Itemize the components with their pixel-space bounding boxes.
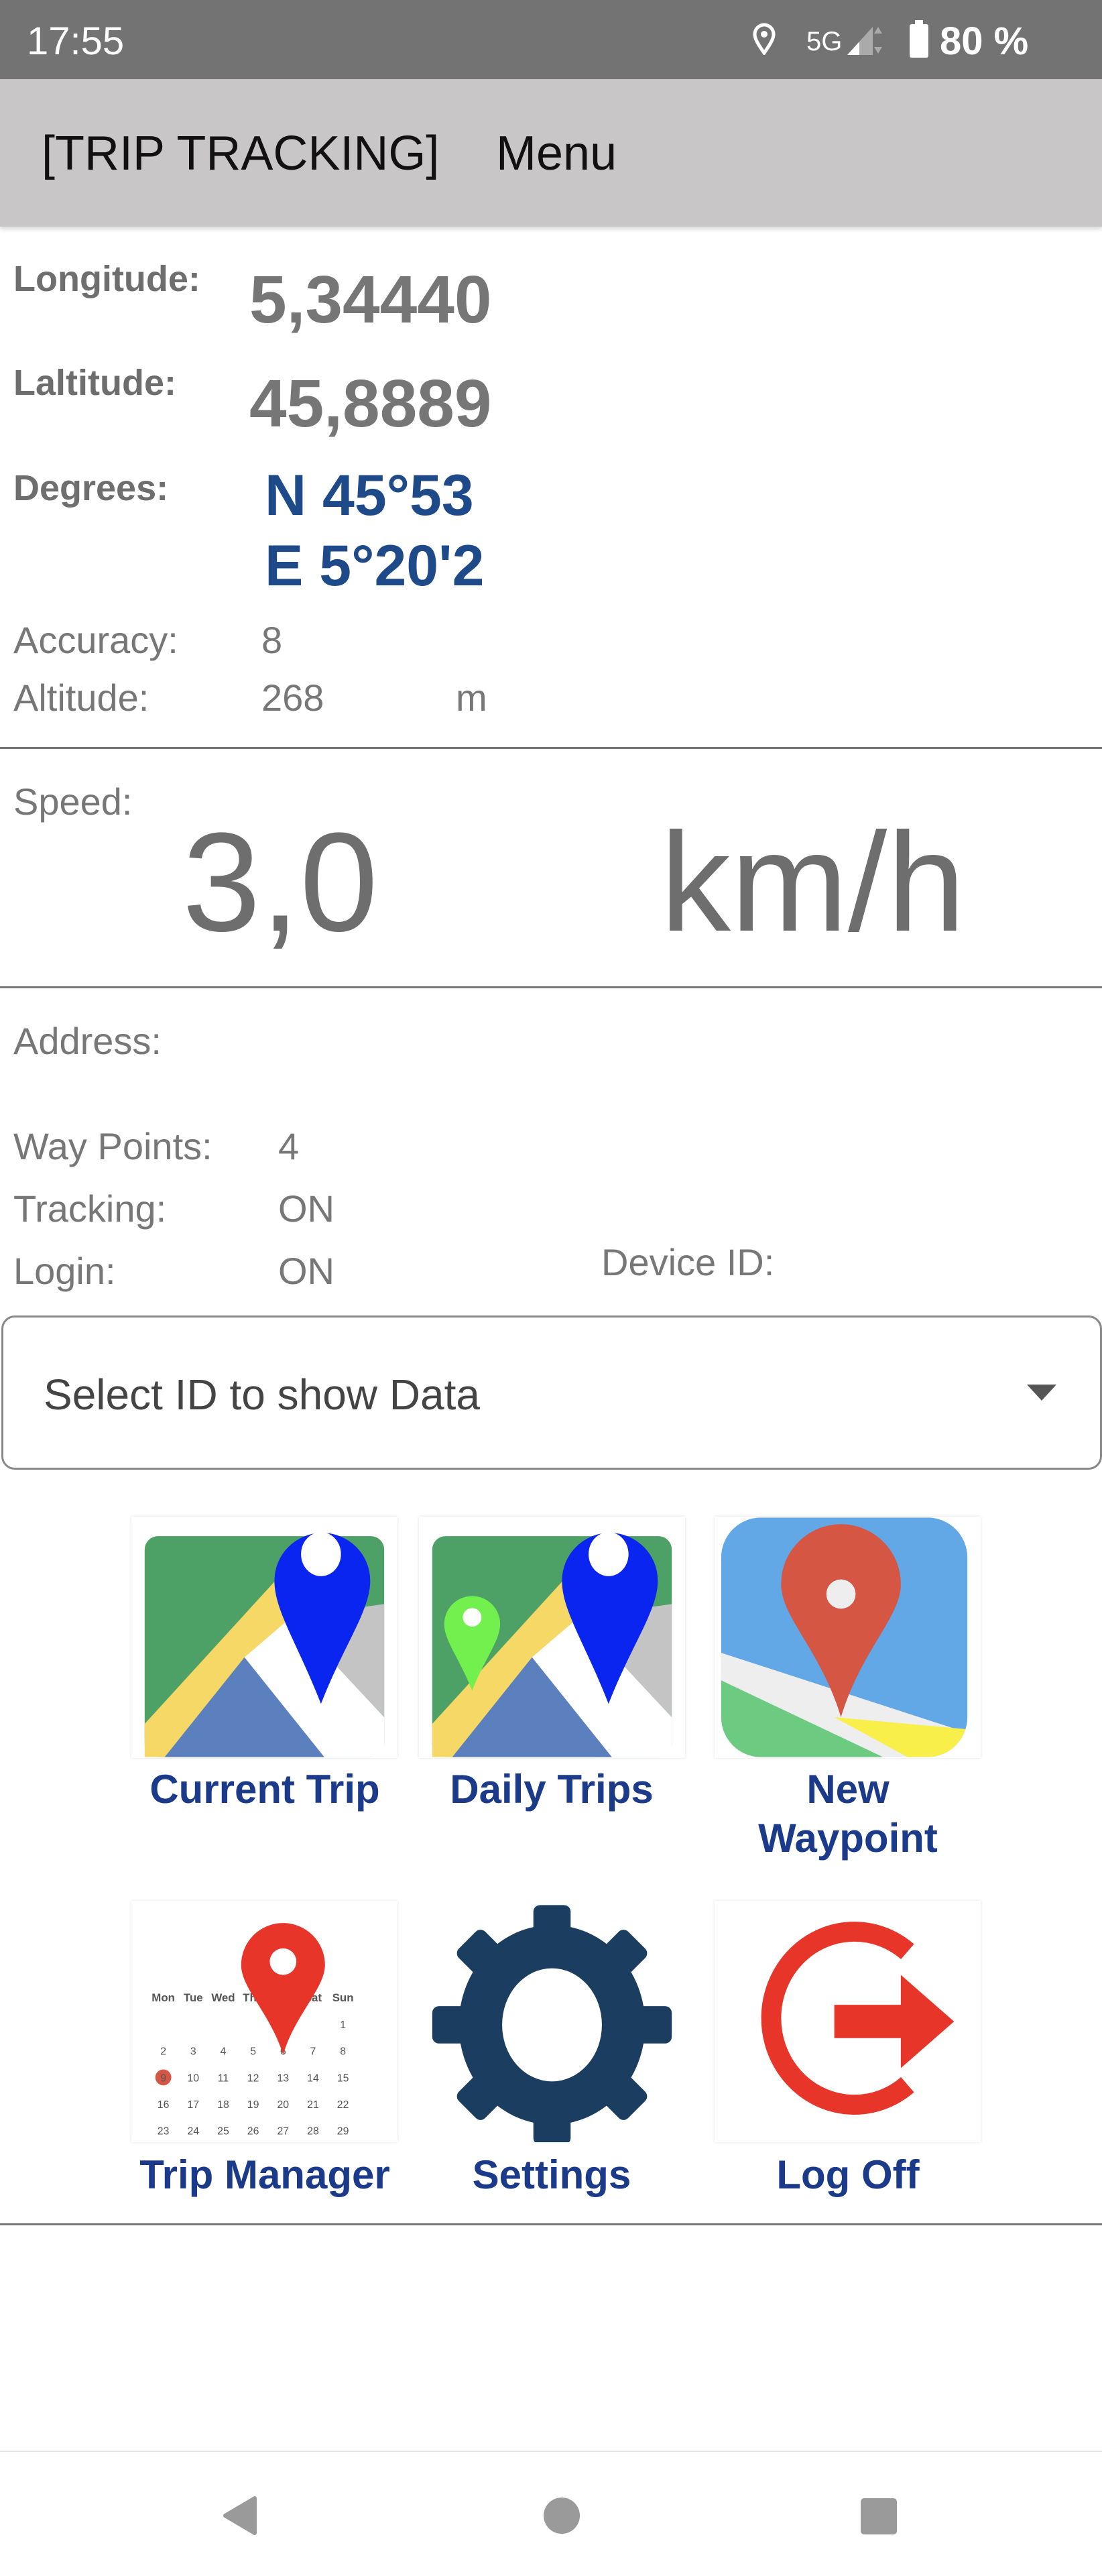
daily-trips-button[interactable]: [419, 1517, 685, 1758]
calendar-date: 22: [337, 2099, 349, 2111]
calendar-date: 23: [158, 2126, 170, 2138]
settings-button[interactable]: [419, 1901, 685, 2145]
new-waypoint-label-line2: Waypoint: [758, 1816, 938, 1861]
calendar-date: 14: [307, 2072, 319, 2084]
calendar-date: 24: [187, 2126, 199, 2138]
calendar-date: 8: [340, 2046, 346, 2058]
accuracy-label: Accuracy:: [13, 619, 178, 661]
recents-icon[interactable]: [859, 2497, 898, 2536]
degrees-label: Degrees:: [13, 468, 169, 508]
current-trip-button[interactable]: [131, 1517, 397, 1758]
speed-label: Speed:: [13, 780, 133, 823]
trip-manager-button[interactable]: Mon Tue Wed Thu Sat Sun 1234567891011121…: [131, 1901, 397, 2164]
device-id-label: Device ID:: [601, 1241, 775, 1283]
chevron-down-icon: [1027, 1385, 1056, 1401]
home-icon[interactable]: [543, 2497, 580, 2534]
calendar-date: 7: [310, 2046, 316, 2058]
select-placeholder: Select ID to show Data: [44, 1370, 480, 1419]
settings-label: Settings: [472, 2152, 631, 2197]
new-waypoint-button[interactable]: [715, 1517, 981, 1758]
divider: [0, 986, 1102, 988]
calendar-date: 15: [337, 2072, 349, 2084]
tracking-value: ON: [278, 1187, 334, 1230]
logout-icon: [761, 1922, 955, 2115]
calendar-date: 12: [247, 2072, 259, 2084]
app-bar: [TRIP TRACKING] Menu: [0, 79, 1102, 227]
speed-unit: km/h: [660, 803, 966, 961]
navigation-bar: [0, 2451, 1102, 2576]
menu-button[interactable]: Menu: [496, 126, 617, 181]
waypoints-value: 4: [278, 1125, 300, 1167]
map-multi-pin-icon: [432, 1532, 672, 1757]
calendar-date: 27: [277, 2126, 289, 2138]
calendar-day-tue: Tue: [184, 1991, 203, 2004]
log-off-button[interactable]: [715, 1901, 981, 2142]
status-time: 17:55: [27, 19, 125, 63]
calendar-date: 5: [250, 2046, 256, 2058]
calendar-date: 17: [187, 2099, 199, 2111]
tracking-label: Tracking:: [13, 1187, 167, 1230]
battery-level: 80 %: [940, 19, 1029, 63]
map-pin-icon: [144, 1532, 385, 1757]
calendar-date: 13: [277, 2072, 289, 2084]
daily-trips-label: Daily Trips: [450, 1767, 654, 1812]
divider: [0, 747, 1102, 749]
calendar-date: 10: [187, 2072, 199, 2084]
calendar-date: 3: [190, 2046, 196, 2058]
login-label: Login:: [13, 1250, 116, 1292]
calendar-date: 25: [217, 2126, 229, 2138]
waypoint-icon: [721, 1517, 968, 1757]
address-label: Address:: [13, 1020, 162, 1062]
latitude-value: 45,8889: [249, 366, 492, 441]
altitude-unit: m: [456, 677, 487, 719]
trip-manager-label: Trip Manager: [139, 2152, 390, 2197]
calendar-date: 11: [218, 2072, 229, 2084]
calendar-date: 20: [277, 2099, 289, 2111]
calendar-date: 2: [160, 2046, 166, 2058]
longitude-label: Longitude:: [13, 259, 200, 299]
calendar-date: 26: [247, 2126, 259, 2138]
device-id-select[interactable]: Select ID to show Data: [1, 1315, 1102, 1470]
status-bar: 17:55 5G 80 %: [0, 0, 1102, 79]
calendar-date: 9: [160, 2072, 166, 2084]
accuracy-value: 8: [261, 619, 283, 661]
calendar-date: 1: [340, 2019, 346, 2031]
calendar-day-sun: Sun: [332, 1991, 354, 2004]
calendar-grid: 1234567891011121314151617181920212223242…: [155, 2019, 349, 2164]
network-type: 5G: [806, 27, 843, 56]
calendar-date: 4: [221, 2046, 227, 2058]
degrees-east: E 5°20'2: [265, 534, 485, 598]
back-icon[interactable]: [221, 2496, 259, 2536]
signal-icon: [847, 27, 882, 55]
login-value: ON: [278, 1250, 334, 1292]
speed-value: 3,0: [182, 803, 378, 961]
new-waypoint-label-line1: New: [806, 1767, 890, 1812]
log-off-label: Log Off: [776, 2152, 920, 2197]
calendar-pin-icon: Mon Tue Wed Thu Sat Sun 1234567891011121…: [151, 1923, 354, 2164]
calendar-date: 29: [337, 2126, 349, 2138]
longitude-value: 5,34440: [249, 262, 492, 337]
altitude-label: Altitude:: [13, 677, 149, 719]
degrees-north: N 45°53: [265, 463, 474, 528]
waypoints-label: Way Points:: [13, 1125, 212, 1167]
current-trip-label: Current Trip: [149, 1767, 380, 1812]
calendar-date: 19: [247, 2099, 259, 2111]
battery-icon: [910, 20, 928, 58]
latitude-label: Laltitude:: [13, 363, 176, 403]
calendar-date: 21: [307, 2099, 319, 2111]
altitude-value: 268: [261, 677, 324, 719]
location-icon: [753, 23, 776, 55]
divider: [0, 2223, 1102, 2225]
app-title: [TRIP TRACKING]: [42, 127, 440, 180]
calendar-date: 28: [307, 2126, 319, 2138]
calendar-date: 18: [217, 2099, 229, 2111]
calendar-day-wed: Wed: [211, 1991, 235, 2004]
gear-icon: [432, 1905, 672, 2145]
calendar-date: 16: [158, 2099, 170, 2111]
calendar-day-mon: Mon: [151, 1991, 175, 2004]
